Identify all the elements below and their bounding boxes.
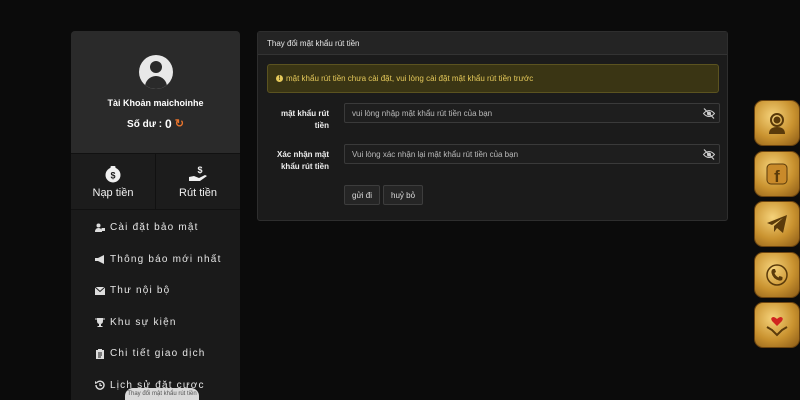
balance-value: 0 [165,117,172,131]
sidebar-item-security[interactable]: Cài đặt bảo mật [71,212,240,244]
sidebar-item-transactions[interactable]: Chi tiết giao dịch [71,338,240,370]
envelope-icon [95,286,105,296]
exclamation-circle-icon: ! [276,75,283,82]
cancel-button[interactable]: huỷ bỏ [383,185,424,205]
tooltip: Thay đổi mật khẩu rút tiền [125,388,199,400]
password-label: mật khẩu rút tiền [280,109,329,130]
floating-contact-stack: f [754,100,800,353]
sidebar-item-events[interactable]: Khu sự kiện [71,307,240,339]
deposit-label: Nạp tiền [92,187,134,199]
sidebar-item-label: Khu sự kiện [110,316,177,328]
withdraw-password-panel: Thay đổi mật khẩu rút tiền ! mật khẩu rú… [257,31,728,221]
phone-button[interactable] [754,251,800,298]
balance: Số dư : 0 ↻ [127,117,184,131]
sidebar-item-label: Thư nội bộ [110,285,171,297]
sidebar-menu: Cài đặt bảo mật Thông báo mới nhất Thư n… [71,210,240,400]
support-agent-icon [765,111,789,135]
confirm-password-label: Xác nhận mật khẩu rút tiền [276,150,329,171]
deposit-button[interactable]: $ Nạp tiền [71,154,155,209]
svg-text:$: $ [197,165,202,175]
svg-text:$: $ [110,171,115,181]
password-placeholder: vui lòng nhập mật khẩu rút tiền của bạn [352,108,493,118]
support-button[interactable] [754,100,800,146]
warning-alert: ! mật khẩu rút tiền chưa cài đặt, vui lò… [267,64,719,93]
eye-slash-icon[interactable] [702,149,716,160]
withdraw-hand-icon: $ [188,164,208,184]
sidebar-item-inbox[interactable]: Thư nội bộ [71,275,240,307]
money-bag-icon: $ [103,164,123,184]
submit-button[interactable]: gửi đi [344,185,381,205]
page: Tài Khoản maichoinhe Số dư : 0 ↻ $ Nạp t… [0,0,800,400]
eye-slash-icon[interactable] [702,108,716,119]
confirm-password-input[interactable]: Vui lòng xác nhận lại mật khẩu rút tiền … [344,144,720,164]
sidebar-item-notifications[interactable]: Thông báo mới nhất [71,244,240,276]
trophy-icon [95,317,105,327]
confirm-password-row: Xác nhận mật khẩu rút tiền Vui lòng xác … [267,144,720,173]
password-input[interactable]: vui lòng nhập mật khẩu rút tiền của bạn [344,103,720,123]
avatar-icon [138,55,173,89]
sidebar-item-label: Thông báo mới nhất [110,253,222,265]
refresh-icon[interactable]: ↻ [175,118,184,130]
facebook-button[interactable]: f [754,150,800,197]
history-icon [95,380,105,391]
heart-hands-icon [765,313,789,337]
phone-icon [765,263,789,287]
profile-card: Tài Khoản maichoinhe Số dư : 0 ↻ [71,31,240,153]
megaphone-icon [95,254,105,264]
telegram-icon [765,212,789,236]
clipboard-icon [95,348,105,359]
sidebar-item-label: Chi tiết giao dịch [110,348,206,360]
panel-title: Thay đổi mật khẩu rút tiền [258,32,727,55]
sidebar-item-label: Cài đặt bảo mật [110,222,199,234]
form-buttons: gửi đi huỷ bỏ [344,185,424,205]
care-button[interactable] [754,302,800,348]
telegram-button[interactable] [754,201,800,247]
withdraw-label: Rút tiền [179,187,217,199]
alert-text: mật khẩu rút tiền chưa cài đặt, vui lòng… [286,74,534,83]
password-row: mật khẩu rút tiền vui lòng nhập mật khẩu… [267,103,720,132]
username: Tài Khoản maichoinhe [107,98,204,108]
wallet-actions: $ Nạp tiền $ Rút tiền [71,153,240,210]
facebook-icon: f [765,162,789,186]
svg-text:f: f [774,167,780,186]
confirm-password-placeholder: Vui lòng xác nhận lại mật khẩu rút tiền … [352,149,519,159]
balance-label: Số dư : [127,118,163,130]
sidebar: Tài Khoản maichoinhe Số dư : 0 ↻ $ Nạp t… [71,31,240,400]
withdraw-button[interactable]: $ Rút tiền [155,154,240,209]
user-lock-icon [95,223,105,233]
